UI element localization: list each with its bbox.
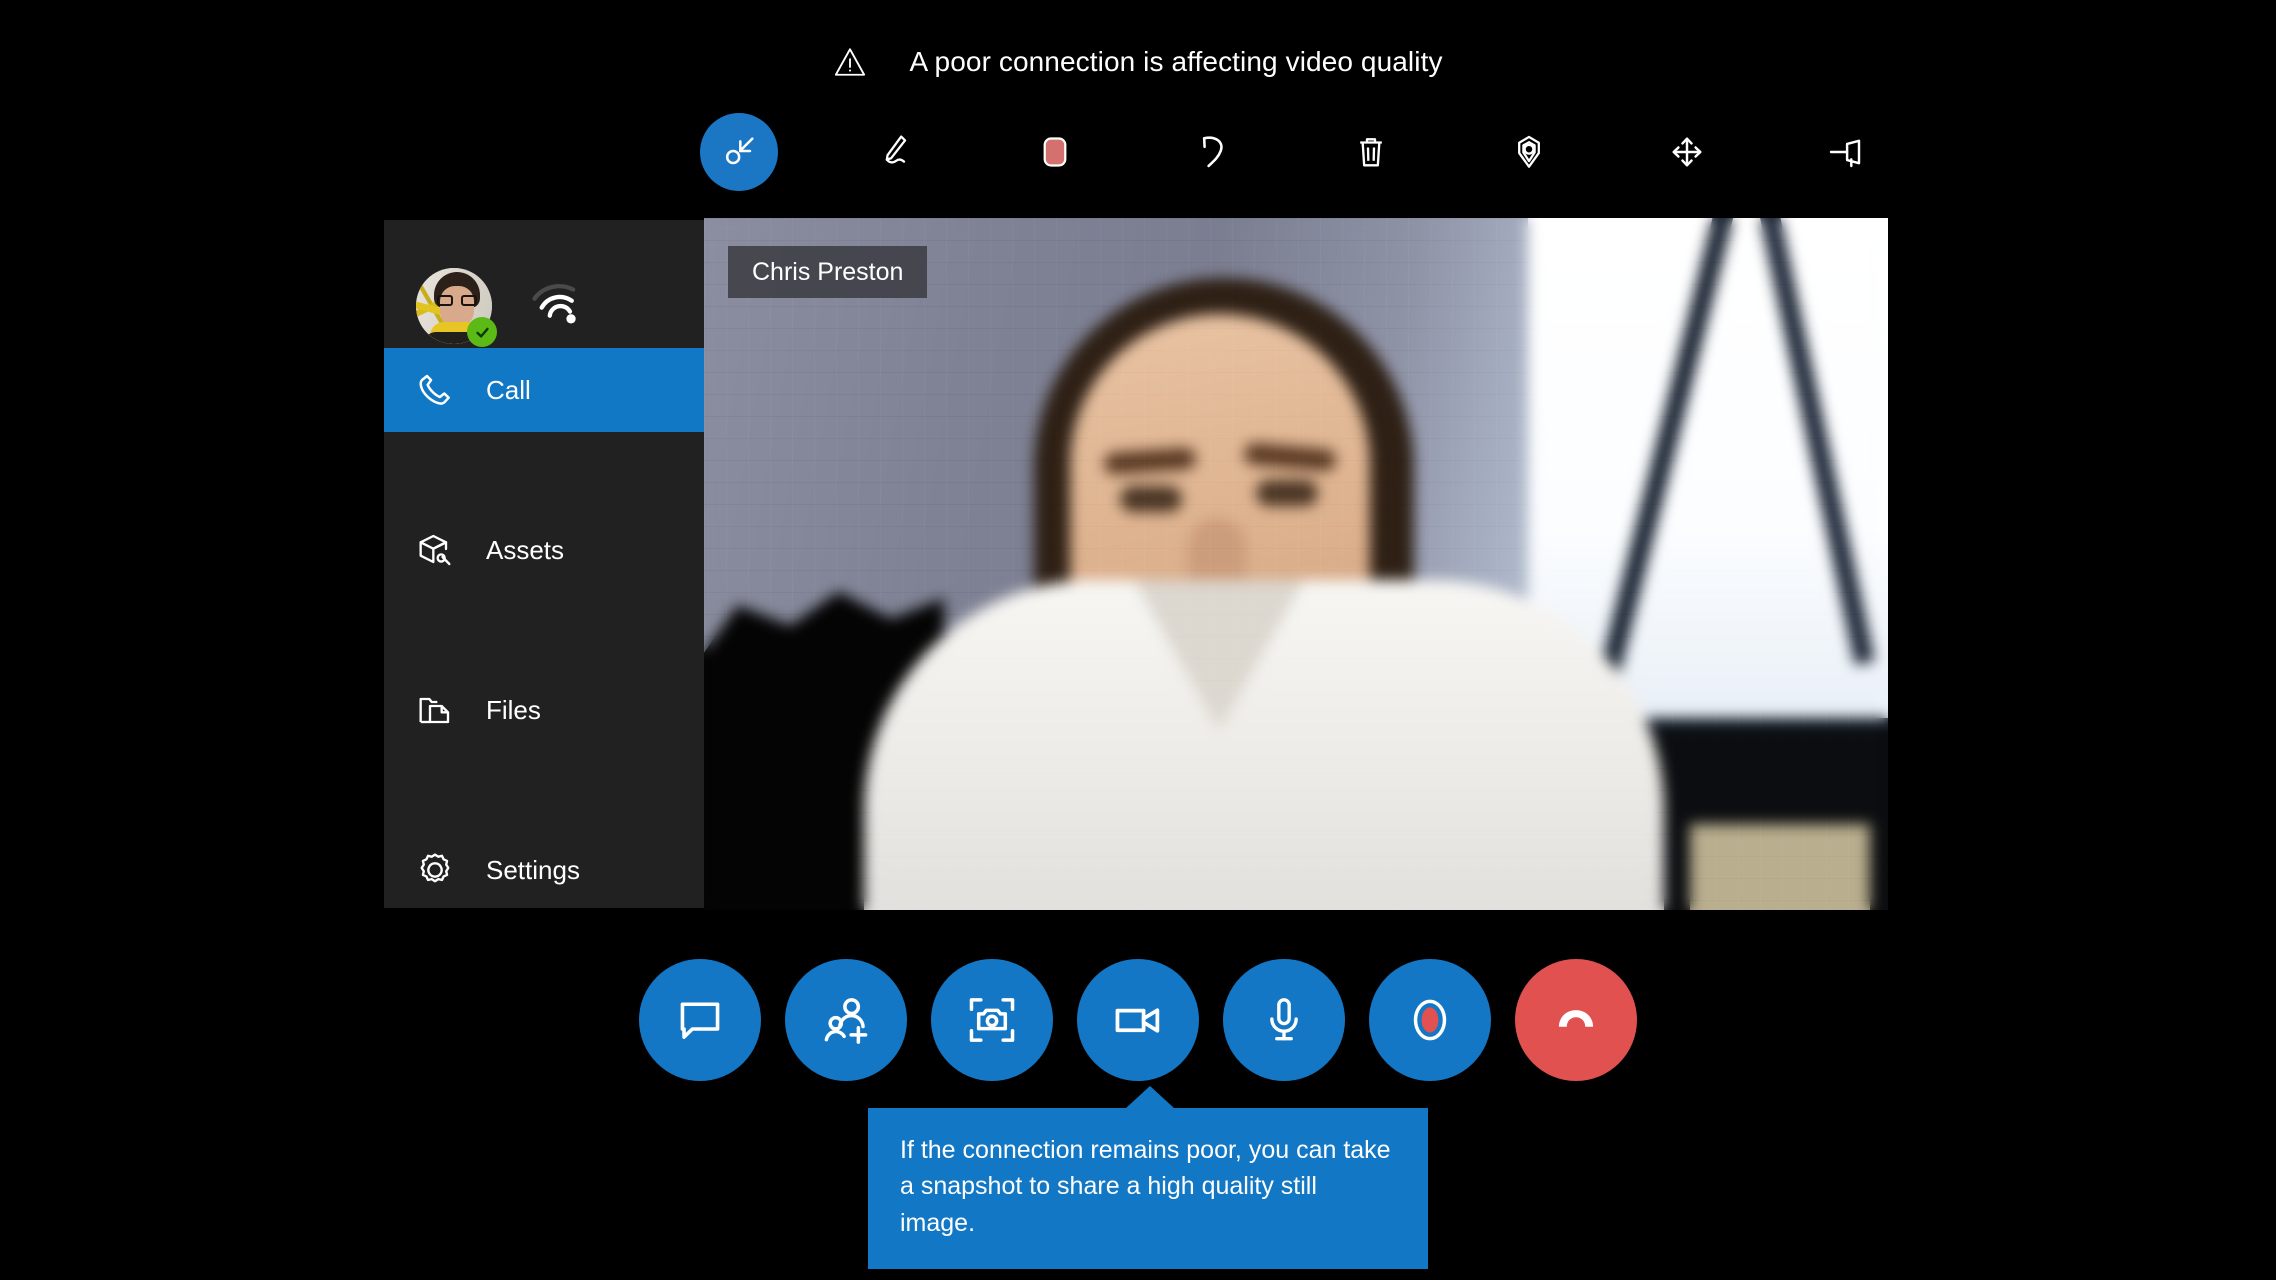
wifi-signal-icon bbox=[530, 280, 584, 328]
warning-triangle-icon bbox=[833, 45, 867, 79]
banner-message: A poor connection is affecting video qua… bbox=[909, 46, 1443, 77]
sidebar-nav: Call Assets Files Settings bbox=[384, 348, 704, 912]
call-controls-bar bbox=[0, 950, 2276, 1090]
delete-tool[interactable] bbox=[1332, 113, 1410, 191]
connection-warning-banner: A poor connection is affecting video qua… bbox=[0, 34, 2276, 90]
phone-icon bbox=[412, 367, 458, 413]
gear-icon bbox=[412, 847, 458, 893]
snapshot-button[interactable] bbox=[931, 959, 1053, 1081]
cursor-select-icon bbox=[719, 132, 759, 172]
place-tool[interactable] bbox=[1490, 113, 1568, 191]
snapshot-tooltip: If the connection remains poor, you can … bbox=[868, 1086, 1428, 1269]
avatar[interactable] bbox=[416, 268, 497, 347]
package-icon bbox=[412, 527, 458, 573]
microphone-button[interactable] bbox=[1223, 959, 1345, 1081]
undo-tool[interactable] bbox=[1174, 113, 1252, 191]
chat-button[interactable] bbox=[639, 959, 761, 1081]
move-arrows-icon bbox=[1666, 131, 1708, 173]
hangup-button[interactable] bbox=[1515, 959, 1637, 1081]
pen-icon bbox=[876, 131, 918, 173]
video-button[interactable] bbox=[1077, 959, 1199, 1081]
record-button[interactable] bbox=[1369, 959, 1491, 1081]
sidebar-item-assets[interactable]: Assets bbox=[384, 508, 704, 592]
add-person-icon bbox=[818, 992, 874, 1048]
sidebar-item-label: Files bbox=[486, 694, 541, 725]
folder-icon bbox=[412, 687, 458, 733]
sidebar-item-settings[interactable]: Settings bbox=[384, 828, 704, 912]
select-tool[interactable] bbox=[700, 113, 778, 191]
microphone-icon bbox=[1257, 993, 1311, 1047]
sidebar-item-files[interactable]: Files bbox=[384, 668, 704, 752]
add-people-button[interactable] bbox=[785, 959, 907, 1081]
pushpin-icon bbox=[1824, 131, 1866, 173]
record-icon bbox=[1402, 992, 1458, 1048]
color-swatch-icon bbox=[1036, 133, 1074, 171]
trash-icon bbox=[1351, 132, 1391, 172]
app-root: A poor connection is affecting video qua… bbox=[0, 0, 2276, 1280]
video-stream[interactable] bbox=[704, 218, 1888, 910]
ink-tool[interactable] bbox=[858, 113, 936, 191]
undo-arrow-icon bbox=[1191, 130, 1235, 174]
tooltip-text: If the connection remains poor, you can … bbox=[900, 1136, 1391, 1237]
sidebar-item-label: Settings bbox=[486, 854, 580, 885]
chat-bubble-icon bbox=[673, 993, 727, 1047]
color-swatch[interactable] bbox=[1016, 113, 1094, 191]
move-tool[interactable] bbox=[1648, 113, 1726, 191]
tooltip-arrow bbox=[1126, 1086, 1174, 1108]
annotation-toolbar bbox=[700, 112, 1861, 192]
sidebar-item-label: Assets bbox=[486, 534, 565, 565]
sidebar-item-label: Call bbox=[486, 374, 531, 405]
camera-frame-icon bbox=[964, 992, 1020, 1048]
participant-name-tag: Chris Preston bbox=[728, 246, 928, 298]
location-pin-icon bbox=[1508, 131, 1550, 173]
hangup-phone-icon bbox=[1549, 993, 1603, 1047]
side-panel: Call Assets Files Settings bbox=[384, 220, 704, 908]
pin-tool[interactable] bbox=[1806, 113, 1884, 191]
video-camera-icon bbox=[1110, 992, 1166, 1048]
sidebar-item-call[interactable]: Call bbox=[384, 348, 704, 432]
status-badge bbox=[467, 317, 497, 347]
